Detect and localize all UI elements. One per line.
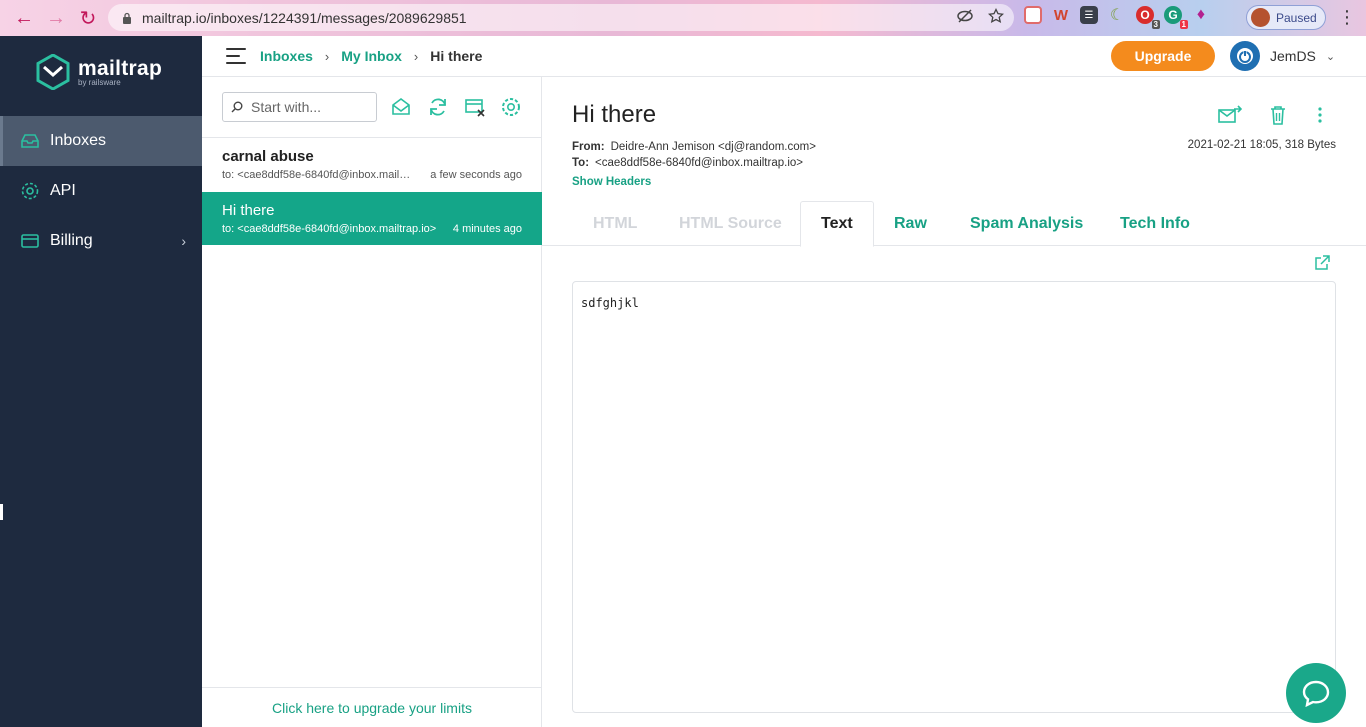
list-extension-icon[interactable]: ☰ bbox=[1080, 6, 1098, 24]
power-icon bbox=[1230, 41, 1260, 71]
forward-mail-icon[interactable] bbox=[1218, 105, 1242, 125]
more-vertical-icon[interactable] bbox=[1314, 105, 1326, 125]
message-subject: carnal abuse bbox=[222, 148, 314, 165]
message-list-item-selected[interactable]: Hi there to: <cae8ddf58e-6840fd@inbox.ma… bbox=[202, 192, 542, 245]
sidebar: mailtrap by railsware Inboxes API Billin… bbox=[0, 36, 202, 727]
open-external-icon[interactable] bbox=[1314, 255, 1330, 271]
search-icon bbox=[231, 101, 243, 113]
avatar bbox=[1251, 8, 1270, 27]
grammarly-extension-icon[interactable]: G1 bbox=[1164, 6, 1188, 29]
chevron-right-icon: › bbox=[181, 233, 186, 249]
upgrade-button[interactable]: Upgrade bbox=[1111, 41, 1215, 71]
puzzle-extension-icon[interactable]: ♦ bbox=[1192, 6, 1210, 24]
user-menu[interactable]: JemDS ⌄ bbox=[1230, 41, 1335, 71]
breadcrumb: Inboxes › My Inbox › Hi there bbox=[260, 48, 482, 64]
address-bar[interactable]: mailtrap.io/inboxes/1224391/messages/208… bbox=[108, 4, 1014, 31]
message-tabs: HTML HTML Source Text Raw Spam Analysis … bbox=[542, 201, 1366, 247]
chevron-right-icon: › bbox=[413, 48, 419, 64]
sidebar-edge-marker bbox=[0, 504, 3, 520]
chevron-right-icon: › bbox=[324, 48, 330, 64]
breadcrumb-current: Hi there bbox=[430, 48, 483, 64]
mark-read-icon[interactable] bbox=[390, 96, 412, 118]
sidebar-item-label: Billing bbox=[50, 232, 93, 249]
tab-html-source[interactable]: HTML Source bbox=[659, 201, 802, 246]
to-label: To: bbox=[572, 157, 590, 169]
from-label: From: bbox=[572, 141, 605, 153]
to-value: <cae8ddf58e-6840fd@inbox.mailtrap.io> bbox=[595, 157, 803, 169]
profile-button[interactable]: Paused bbox=[1246, 5, 1326, 30]
browser-toolbar: ← → ↻ mailtrap.io/inboxes/1224391/messag… bbox=[0, 0, 1366, 36]
logo[interactable]: mailtrap by railsware bbox=[36, 54, 162, 90]
message-date-size: 2021-02-21 18:05, 318 Bytes bbox=[1187, 139, 1336, 151]
upgrade-limits-link[interactable]: Click here to upgrade your limits bbox=[202, 687, 542, 727]
back-button[interactable]: ← bbox=[8, 2, 40, 34]
gear-icon bbox=[21, 182, 39, 200]
lock-icon bbox=[123, 12, 131, 24]
message-detail: Hi there From: Deidre-Ann Jemison <dj@ran… bbox=[542, 77, 1366, 727]
settings-gear-icon[interactable] bbox=[500, 96, 522, 118]
star-icon[interactable] bbox=[988, 8, 1004, 24]
sidebar-item-label: Inboxes bbox=[50, 132, 107, 149]
message-recipient: to: <cae8ddf58e-6840fd@inbox.mailtrap.io… bbox=[222, 169, 412, 181]
card-icon bbox=[21, 234, 39, 248]
eye-off-icon[interactable] bbox=[956, 8, 974, 24]
chat-bubble-icon bbox=[1302, 680, 1330, 707]
inbox-icon bbox=[21, 134, 39, 148]
search-input[interactable]: Start with... bbox=[222, 92, 377, 122]
hamburger-menu-icon[interactable] bbox=[226, 48, 246, 69]
sidebar-item-api[interactable]: API bbox=[0, 166, 202, 216]
username: JemDS bbox=[1270, 48, 1316, 64]
message-subject: Hi there bbox=[222, 202, 275, 219]
message-time: 4 minutes ago bbox=[452, 223, 522, 235]
message-list-panel: Start with... carnal abuse to: <cae8ddf5… bbox=[202, 77, 542, 727]
message-headers: From: Deidre-Ann Jemison <dj@random.com> … bbox=[572, 139, 816, 171]
tab-raw[interactable]: Raw bbox=[874, 201, 947, 246]
profile-status: Paused bbox=[1276, 10, 1317, 25]
app-header: Inboxes › My Inbox › Hi there Upgrade Je… bbox=[202, 36, 1366, 77]
mailtrap-logo-icon bbox=[36, 54, 70, 90]
chevron-down-icon: ⌄ bbox=[1325, 50, 1336, 63]
message-time: a few seconds ago bbox=[430, 169, 522, 181]
message-recipient: to: <cae8ddf58e-6840fd@inbox.mailtrap.io… bbox=[222, 223, 437, 235]
message-title: Hi there bbox=[572, 101, 657, 128]
url-text: mailtrap.io/inboxes/1224391/messages/208… bbox=[142, 9, 467, 26]
tab-html[interactable]: HTML bbox=[573, 201, 657, 246]
refresh-icon[interactable] bbox=[427, 96, 449, 118]
clear-inbox-icon[interactable] bbox=[464, 96, 486, 118]
sidebar-item-inboxes[interactable]: Inboxes bbox=[0, 116, 202, 166]
forward-button[interactable]: → bbox=[40, 2, 72, 34]
browser-menu-icon[interactable]: ⋮ bbox=[1338, 8, 1356, 26]
breadcrumb-inboxes[interactable]: Inboxes bbox=[260, 48, 313, 64]
breadcrumb-my-inbox[interactable]: My Inbox bbox=[341, 48, 402, 64]
show-headers-link[interactable]: Show Headers bbox=[572, 176, 651, 188]
heart-extension-icon[interactable] bbox=[1024, 6, 1042, 24]
trash-icon[interactable] bbox=[1266, 105, 1290, 125]
sidebar-item-label: API bbox=[50, 182, 76, 199]
tab-spam-analysis[interactable]: Spam Analysis bbox=[950, 201, 1103, 246]
search-placeholder: Start with... bbox=[251, 99, 322, 115]
sidebar-item-billing[interactable]: Billing › bbox=[0, 216, 202, 266]
w-extension-icon[interactable]: W bbox=[1052, 6, 1070, 24]
message-list-item[interactable]: carnal abuse to: <cae8ddf58e-6840fd@inbo… bbox=[202, 138, 542, 191]
tab-text[interactable]: Text bbox=[800, 201, 874, 247]
from-value: Deidre-Ann Jemison <dj@random.com> bbox=[610, 141, 816, 153]
message-body: sdfghjkl bbox=[572, 281, 1336, 713]
tab-tech-info[interactable]: Tech Info bbox=[1100, 201, 1210, 246]
reload-button[interactable]: ↻ bbox=[72, 2, 104, 34]
chat-support-button[interactable] bbox=[1286, 663, 1346, 723]
extension-badge: 1 bbox=[1179, 20, 1188, 29]
opera-extension-icon[interactable]: O3 bbox=[1136, 6, 1160, 29]
extension-badge: 3 bbox=[1151, 20, 1160, 29]
moon-extension-icon[interactable]: ☾ bbox=[1108, 6, 1126, 24]
list-toolbar: Start with... bbox=[202, 77, 542, 138]
